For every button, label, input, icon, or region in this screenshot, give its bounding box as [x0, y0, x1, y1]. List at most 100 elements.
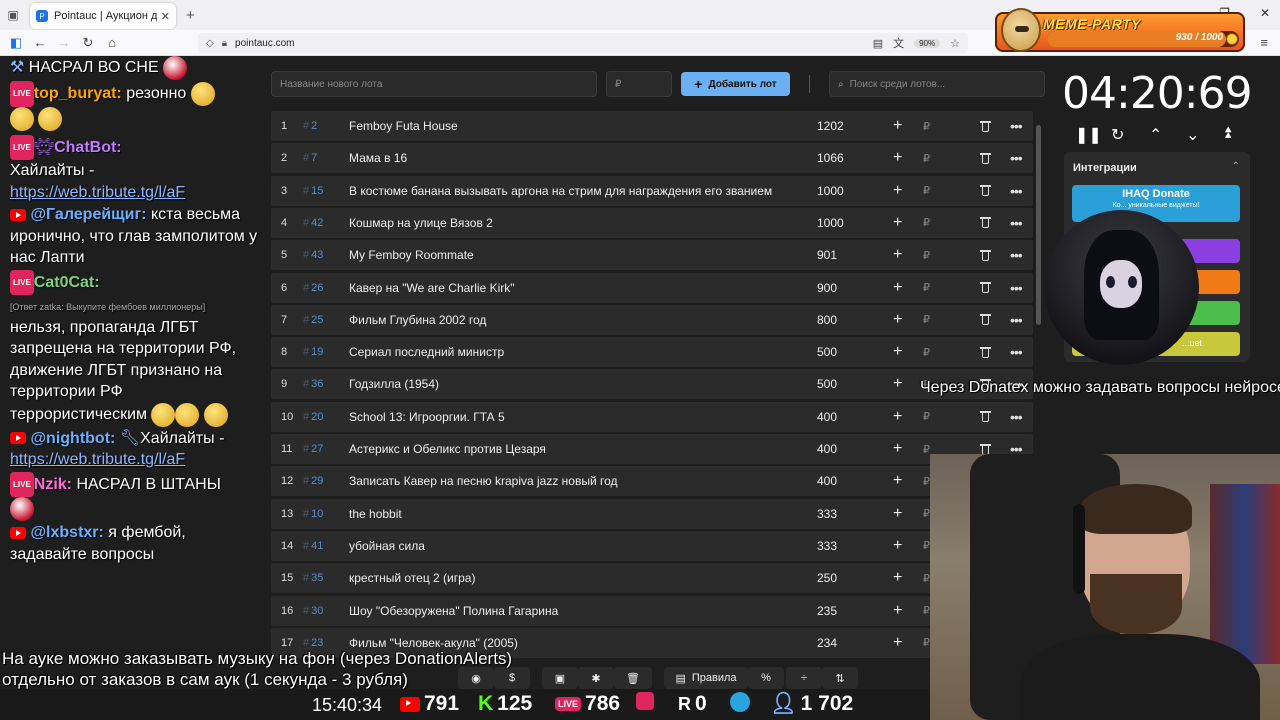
double-chevron-up-icon[interactable]: ⏫︎	[1223, 125, 1231, 143]
lot-name[interactable]: Сериал последний министр	[349, 345, 817, 359]
add-amount-icon[interactable]: +	[893, 602, 902, 620]
reload-icon[interactable]: ↻	[76, 35, 100, 51]
github-icon[interactable]: ◉	[458, 667, 494, 689]
close-window-icon[interactable]: ✕	[1260, 6, 1270, 20]
lot-row[interactable]: 4 #42 Кошмар на улице Вязов 2 1000 + ₽ •••	[271, 207, 1033, 238]
lot-amount[interactable]: 500	[817, 345, 887, 359]
lot-amount[interactable]: 1066	[817, 151, 887, 165]
add-amount-icon[interactable]: +	[893, 569, 902, 587]
rules-button[interactable]: ▤ Правила	[664, 667, 748, 689]
new-lot-amount-input[interactable]: ₽	[606, 71, 672, 97]
lot-name[interactable]: My Femboy Roommate	[349, 248, 817, 262]
lot-name[interactable]: убойная сила	[349, 539, 817, 553]
back-icon[interactable]: ←	[28, 35, 52, 50]
browser-tab[interactable]: P Pointauc | Аукцион для стрим ✕	[30, 3, 176, 29]
lot-name[interactable]: School 13: Игрооргии. ГТА 5	[349, 410, 817, 424]
lot-name[interactable]: Записать Кавер на песню krapiva jazz нов…	[349, 474, 817, 488]
lot-amount[interactable]: 333	[817, 507, 887, 521]
lot-name[interactable]: Шоу "Обезоружена" Полина Гагарина	[349, 604, 817, 618]
more-options-icon[interactable]: •••	[1010, 150, 1023, 166]
more-options-icon[interactable]: •••	[1010, 215, 1023, 231]
trash-icon[interactable]	[980, 410, 992, 423]
add-amount-icon[interactable]: +	[893, 375, 902, 393]
lot-row[interactable]: 10 #20 School 13: Игрооргии. ГТА 5 400 + ₽ •••	[271, 401, 1033, 432]
lot-amount[interactable]: 1000	[817, 184, 887, 198]
lot-row[interactable]: 5 #43 My Femboy Roommate 901 + ₽ •••	[271, 240, 1033, 271]
lot-row[interactable]: 3 #15 В костюме банана вызывать аргона на …	[271, 175, 1033, 206]
lot-amount[interactable]: 400	[817, 410, 887, 424]
lot-row[interactable]: 6 #26 Кавер на "We are Charlie Kirk" 900 + ₽ •…	[271, 272, 1033, 303]
lot-amount[interactable]: 333	[817, 539, 887, 553]
more-options-icon[interactable]: •••	[1010, 409, 1023, 425]
add-lot-button[interactable]: + Добавить лот	[681, 72, 790, 96]
add-amount-icon[interactable]: +	[893, 182, 902, 200]
add-amount-icon[interactable]: +	[893, 343, 902, 361]
lot-row[interactable]: 7 #25 Фильм Глубина 2002 год 800 + ₽ •••	[271, 304, 1033, 335]
lot-name[interactable]: Астерикс и Обеликс против Цезаря	[349, 442, 817, 456]
new-lot-name-input[interactable]: Название нового лота	[271, 71, 597, 97]
lot-name[interactable]: the hobbit	[349, 507, 817, 521]
lot-name[interactable]: Фильм "Человек-акула" (2005)	[349, 636, 817, 650]
lot-row[interactable]: 2 #7 Мама в 16 1066 + ₽ •••	[271, 143, 1033, 174]
lot-row[interactable]: 9 #36 Годзилла (1954) 500 + ₽ •••	[271, 369, 1033, 400]
trash-icon[interactable]	[980, 281, 992, 294]
lot-amount[interactable]: 400	[817, 474, 887, 488]
tab-overview-icon[interactable]: ▣	[0, 0, 26, 30]
lot-amount[interactable]: 235	[817, 604, 887, 618]
reset-icon[interactable]: ↻	[1111, 125, 1124, 145]
trash-icon[interactable]	[980, 152, 992, 165]
reader-mode-icon[interactable]: ▤	[873, 37, 883, 50]
add-amount-icon[interactable]: +	[893, 440, 902, 458]
sidebar-toggle-icon[interactable]: ◧	[4, 35, 28, 51]
add-amount-icon[interactable]: +	[893, 149, 902, 167]
chevron-up-icon[interactable]: ⌃	[1149, 125, 1162, 145]
trash-icon[interactable]	[980, 216, 992, 229]
lot-amount[interactable]: 400	[817, 442, 887, 456]
lot-name[interactable]: Годзилла (1954)	[349, 377, 817, 391]
shield-icon[interactable]: ◇	[206, 38, 214, 49]
lot-row[interactable]: 12 #29 Записать Кавер на песню krapiva jaz…	[271, 466, 1033, 497]
trash-icon[interactable]	[980, 313, 992, 326]
add-amount-icon[interactable]: +	[893, 537, 902, 555]
add-amount-icon[interactable]: +	[893, 246, 902, 264]
percent-icon[interactable]: %	[748, 667, 784, 689]
more-options-icon[interactable]: •••	[1010, 280, 1023, 296]
trash-icon[interactable]	[980, 249, 992, 262]
new-tab-icon[interactable]: +	[186, 7, 195, 24]
home-icon[interactable]: ⌂	[100, 35, 124, 50]
translate-icon[interactable]: 文	[893, 35, 904, 51]
zoom-level-badge[interactable]: 90%	[914, 38, 941, 48]
lot-amount[interactable]: 500	[817, 377, 887, 391]
bug-icon[interactable]: ✱	[578, 667, 614, 689]
lot-row[interactable]: 11 #27 Астерикс и Обеликс против Цезаря 400…	[271, 434, 1033, 464]
trash-icon[interactable]	[980, 120, 992, 133]
chat-link[interactable]: https://web.tribute.tg/l/aF	[10, 184, 185, 201]
more-options-icon[interactable]: •••	[1010, 247, 1023, 263]
lot-amount[interactable]: 900	[817, 281, 887, 295]
dollar-icon[interactable]: $	[494, 667, 530, 689]
lot-name[interactable]: Фильм Глубина 2002 год	[349, 313, 817, 327]
trash-icon[interactable]	[980, 346, 992, 359]
lot-amount[interactable]: 800	[817, 313, 887, 327]
lot-name[interactable]: Кавер на "We are Charlie Kirk"	[349, 281, 817, 295]
lot-row[interactable]: 14#41убойная сила333+₽•••	[271, 530, 1033, 561]
sort-icon[interactable]: ⇅	[822, 667, 858, 689]
lot-name[interactable]: Кошмар на улице Вязов 2	[349, 216, 817, 230]
trash-icon[interactable]	[980, 184, 992, 197]
lot-amount[interactable]: 1202	[817, 119, 887, 133]
add-amount-icon[interactable]: +	[893, 505, 902, 523]
add-amount-icon[interactable]: +	[893, 117, 902, 135]
add-amount-icon[interactable]: +	[893, 214, 902, 232]
save-icon[interactable]: ▣	[542, 667, 578, 689]
clear-list-icon[interactable]: 🗑︎	[614, 667, 652, 689]
add-amount-icon[interactable]: +	[893, 634, 902, 652]
lot-amount[interactable]: 901	[817, 248, 887, 262]
lot-row[interactable]: 15#35крестный отец 2 (игра)250+₽•••	[271, 563, 1033, 594]
lot-row[interactable]: 16 #30 Шоу "Обезоружена" Полина Гагарина 23…	[271, 595, 1033, 626]
lot-row[interactable]: 8 #19 Сериал последний министр 500 + ₽ •••	[271, 337, 1033, 368]
pause-icon[interactable]: ❚❚	[1075, 125, 1102, 145]
lot-row[interactable]: 1 #2 Femboy Futa House 1202 + ₽ •••	[271, 111, 1033, 141]
add-amount-icon[interactable]: +	[893, 279, 902, 297]
search-lots-input[interactable]: ⌕ Поиск среди лотов...	[829, 71, 1045, 97]
lot-amount[interactable]: 1000	[817, 216, 887, 230]
